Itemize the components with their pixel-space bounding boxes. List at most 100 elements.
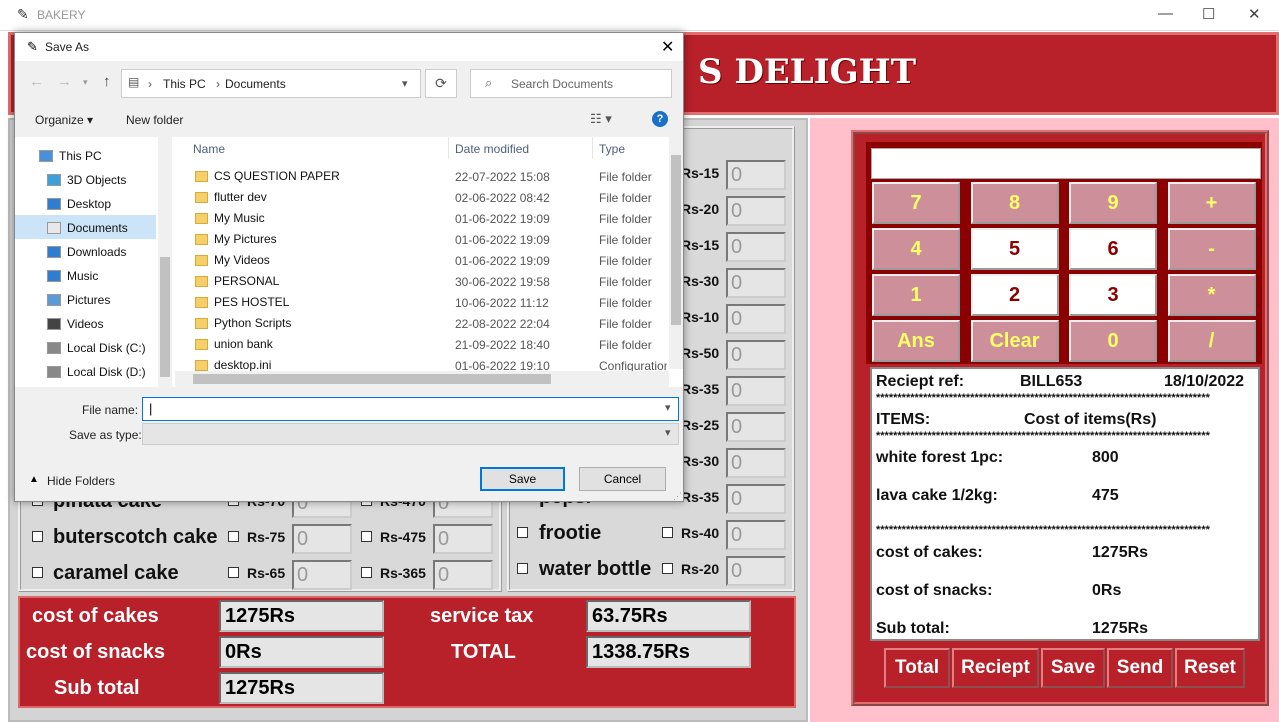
nav-item[interactable]: Videos [47,313,103,335]
file-row[interactable]: My Videos [195,250,665,271]
calc-key[interactable]: 4 [872,228,960,270]
snack-qty-input[interactable]: 0 [726,376,786,406]
calc-key[interactable]: 1 [872,274,960,316]
calc-key[interactable]: * [1167,274,1256,316]
up-icon[interactable]: ↑ [103,73,111,90]
minimize-button[interactable]: — [1158,5,1173,22]
dialog-cancel-button[interactable]: Cancel [579,467,666,491]
cake-checkbox[interactable] [361,567,372,578]
calc-key[interactable]: / [1167,320,1256,362]
cost-snacks-field[interactable]: 0Rs [219,636,384,668]
maximize-button[interactable]: ☐ [1202,5,1215,23]
breadcrumb-documents[interactable]: Documents [225,77,286,91]
file-row[interactable]: My Pictures [195,229,665,250]
new-folder-button[interactable]: New folder [126,113,183,127]
calc-key[interactable]: Ans [872,320,960,362]
nav-item[interactable]: Local Disk (D:) [47,361,146,383]
file-name-input[interactable] [142,397,679,421]
subtotal-field[interactable]: 1275Rs [219,672,384,704]
file-row[interactable]: My Music [195,208,665,229]
view-options-icon[interactable]: ☷ ▾ [590,111,612,127]
dialog-save-button[interactable]: Save [480,467,565,491]
calculator-display[interactable] [871,148,1261,179]
calc-key[interactable]: 3 [1069,274,1157,316]
forward-icon[interactable]: → [57,73,72,90]
nav-item[interactable]: 3D Objects [47,169,126,191]
search-box[interactable]: ⌕ Search Documents [470,69,672,98]
address-bar[interactable]: ▤ › This PC › Documents ▾ [121,69,421,98]
organize-menu[interactable]: Organize ▾ [35,113,93,127]
column-date[interactable]: Date modified [455,142,529,156]
calc-key[interactable]: - [1167,228,1256,270]
chevron-up-icon[interactable]: ▲ [29,474,39,485]
cake-checkbox[interactable] [361,531,372,542]
file-row[interactable]: PES HOSTEL [195,292,665,313]
nav-item[interactable]: This PC [39,145,102,167]
snack-qty-input[interactable]: 0 [726,448,786,478]
calc-key[interactable]: 0 [1069,320,1157,362]
cost-cakes-field[interactable]: 1275Rs [219,600,384,632]
file-row[interactable]: union bank [195,334,665,355]
snack-checkbox[interactable] [662,563,673,574]
nav-item[interactable]: Downloads [47,241,126,263]
chevron-down-icon[interactable]: ▾ [665,426,671,439]
cake-checkbox[interactable] [228,567,239,578]
file-row[interactable]: flutter dev [195,187,665,208]
file-row[interactable]: PERSONAL [195,271,665,292]
snack-qty-input[interactable]: 0 [726,160,786,190]
snack-qty-input[interactable]: 0 [726,484,786,514]
chevron-down-icon[interactable]: ▾ [402,77,408,90]
snack-checkbox[interactable] [662,527,673,538]
column-name[interactable]: Name [193,142,225,156]
calc-key[interactable]: 9 [1069,182,1157,224]
calc-key[interactable]: 2 [970,274,1059,316]
nav-item[interactable]: Documents [47,217,128,239]
chevron-down-icon[interactable]: ▾ [665,401,671,414]
resize-grip-icon[interactable]: ⋰ [673,491,682,502]
snack-checkbox[interactable] [517,563,528,574]
cake-checkbox[interactable] [32,567,43,578]
file-hscrollbar[interactable] [175,371,669,387]
service-tax-field[interactable]: 63.75Rs [586,600,751,632]
nav-item[interactable]: Pictures [47,289,110,311]
snack-qty-input[interactable]: 0 [726,196,786,226]
cake-qty-input[interactable]: 0 [433,560,493,590]
close-button[interactable]: ✕ [1248,5,1261,23]
calc-key[interactable]: 6 [1069,228,1157,270]
nav-item[interactable]: Desktop [47,193,111,215]
column-type[interactable]: Type [599,142,625,156]
cake-qty-input[interactable]: 0 [292,524,352,554]
snack-qty-input[interactable]: 0 [726,304,786,334]
cake-qty-input[interactable]: 0 [433,524,493,554]
snack-qty-input[interactable]: 0 [726,556,786,586]
total-field[interactable]: 1338.75Rs [586,636,751,668]
nav-item[interactable]: Music [47,265,98,287]
back-icon[interactable]: ← [29,73,44,90]
search-input[interactable]: Search Documents [511,77,613,91]
dialog-close-icon[interactable]: ✕ [661,37,674,57]
recent-dropdown-icon[interactable]: ▾ [83,77,88,88]
cake-qty-input[interactable]: 0 [292,560,352,590]
file-vscrollbar[interactable] [669,137,683,369]
snack-qty-input[interactable]: 0 [726,340,786,370]
calc-key[interactable]: 7 [872,182,960,224]
nav-item[interactable]: Local Disk (C:) [47,337,146,359]
cake-checkbox[interactable] [228,531,239,542]
receipt-button[interactable]: Reciept [952,648,1039,688]
total-button[interactable]: Total [884,648,950,688]
breadcrumb-this-pc[interactable]: This PC [163,77,206,91]
reset-button[interactable]: Reset [1175,648,1245,688]
calc-key[interactable]: Clear [970,320,1059,362]
file-row[interactable]: Python Scripts [195,313,665,334]
snack-qty-input[interactable]: 0 [726,412,786,442]
snack-qty-input[interactable]: 0 [726,520,786,550]
save-type-select[interactable] [142,423,679,445]
file-row[interactable]: CS QUESTION PAPER [195,166,665,187]
snack-qty-input[interactable]: 0 [726,232,786,262]
calc-key[interactable]: 8 [970,182,1059,224]
nav-scrollbar[interactable] [158,137,172,387]
send-button[interactable]: Send [1107,648,1173,688]
hide-folders-button[interactable]: Hide Folders [47,474,115,488]
help-icon[interactable]: ? [652,111,668,127]
calc-key[interactable]: 5 [970,228,1059,270]
